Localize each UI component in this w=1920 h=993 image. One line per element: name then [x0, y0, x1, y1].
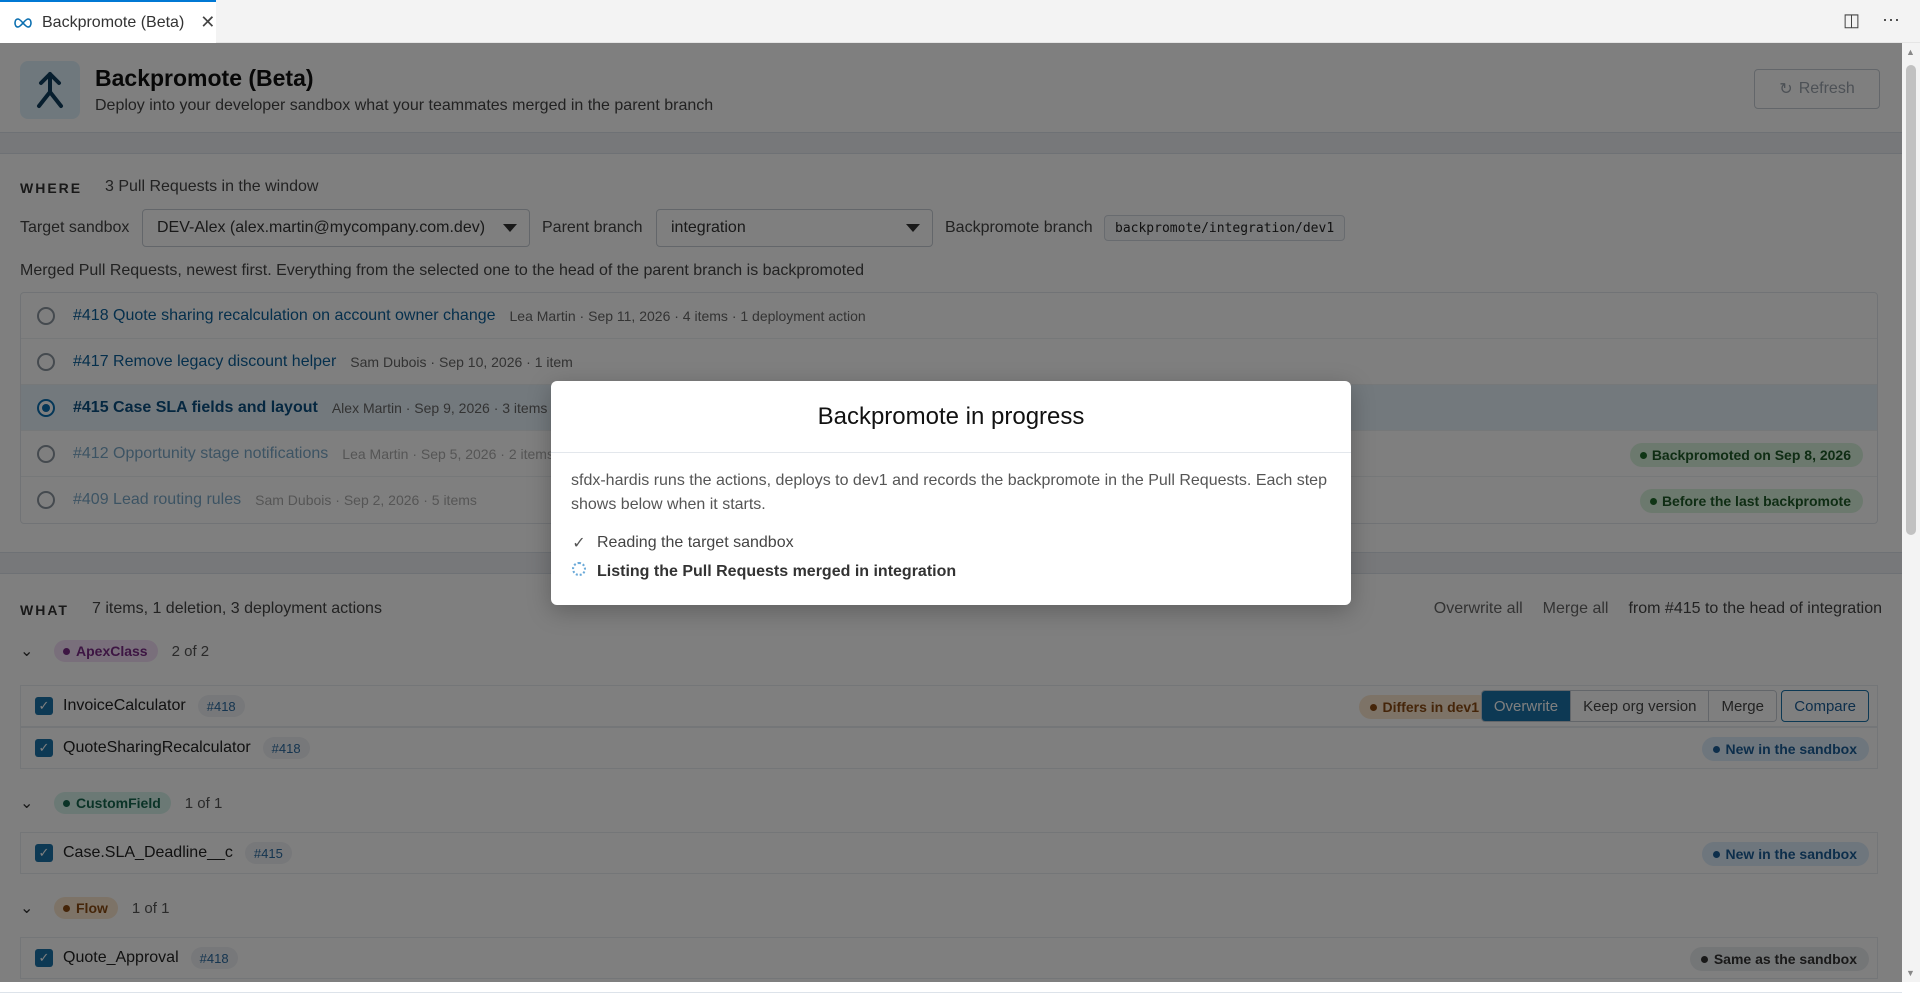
vertical-scrollbar[interactable]: ▲ ▼	[1902, 43, 1920, 982]
step-done: ✓ Reading the target sandbox	[571, 533, 794, 553]
modal-title: Backpromote in progress	[551, 381, 1351, 453]
step-label: Reading the target sandbox	[597, 534, 794, 551]
close-icon[interactable]: ✕	[200, 12, 215, 33]
more-actions-icon[interactable]: ⋯	[1882, 10, 1900, 31]
infinity-icon	[14, 17, 32, 28]
tab-backpromote[interactable]: Backpromote (Beta) ✕	[0, 0, 216, 43]
step-active: Listing the Pull Requests merged in inte…	[571, 562, 956, 581]
editor-tab-bar: Backpromote (Beta) ✕ ◫ ⋯	[0, 0, 1920, 43]
split-editor-icon[interactable]: ◫	[1843, 10, 1860, 31]
modal-description: sfdx-hardis runs the actions, deploys to…	[571, 472, 1327, 513]
progress-modal: Backpromote in progress sfdx-hardis runs…	[551, 381, 1351, 605]
tab-label: Backpromote (Beta)	[42, 13, 185, 31]
checkmark-icon: ✓	[572, 535, 586, 552]
scroll-up-icon[interactable]: ▲	[1906, 47, 1915, 57]
step-label: Listing the Pull Requests merged in inte…	[597, 562, 957, 580]
scroll-down-icon[interactable]: ▼	[1906, 968, 1915, 978]
scrollbar-thumb[interactable]	[1906, 65, 1916, 535]
spinner-icon	[571, 562, 587, 581]
